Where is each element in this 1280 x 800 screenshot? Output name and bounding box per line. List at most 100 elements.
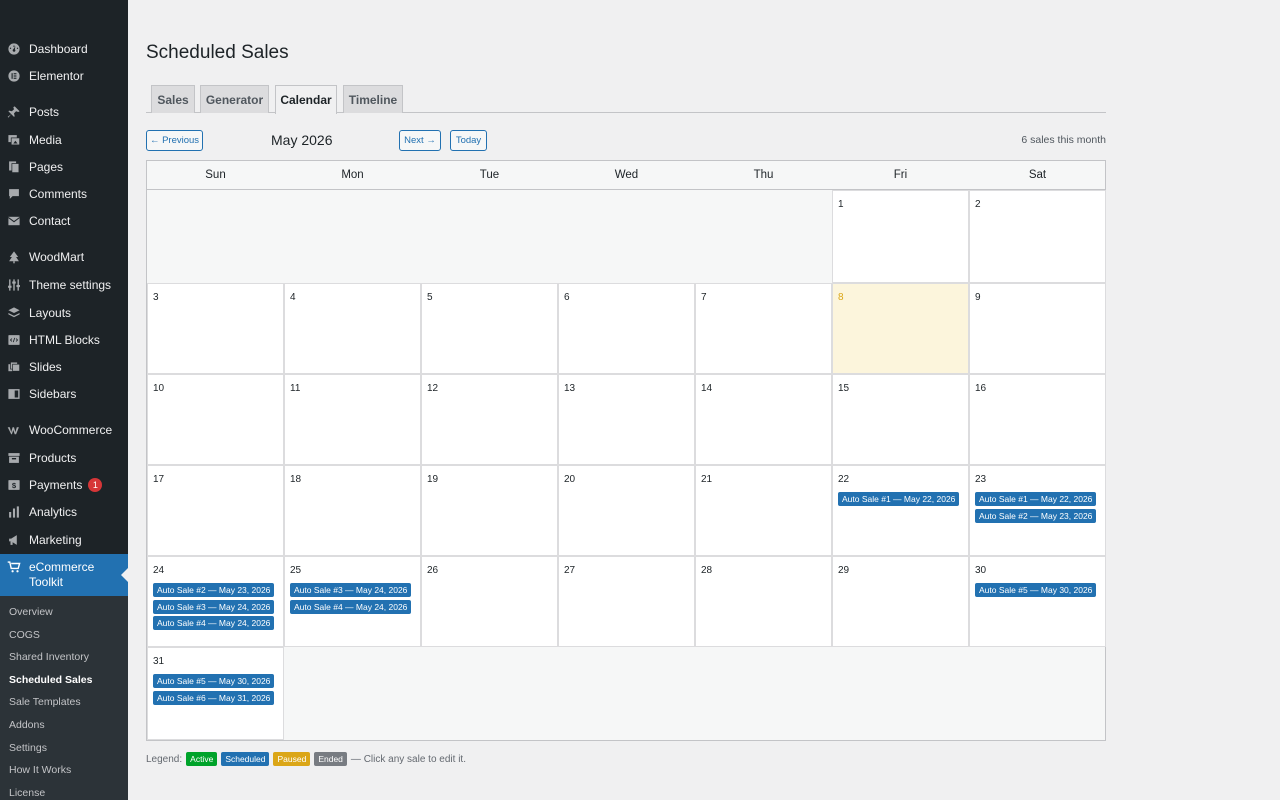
calendar-day[interactable]: 13 bbox=[558, 374, 695, 465]
payments-count-badge: 1 bbox=[88, 478, 103, 492]
sidebar-item-ecommerce-toolkit[interactable]: eCommerce Toolkit bbox=[0, 554, 128, 596]
submenu-item-license[interactable]: License bbox=[9, 783, 45, 800]
sidebar-item-slides[interactable]: Slides bbox=[0, 354, 128, 380]
sidebar-item-dashboard[interactable]: Dashboard bbox=[0, 36, 128, 62]
calendar-day[interactable]: 16 bbox=[969, 374, 1106, 465]
sidebar-item-pages[interactable]: Pages bbox=[0, 154, 128, 180]
day-number: 13 bbox=[564, 383, 576, 394]
legend-paused: Paused bbox=[273, 752, 311, 766]
calendar-day[interactable]: 4 bbox=[284, 283, 421, 374]
sidebar-item-label: Elementor bbox=[29, 69, 84, 83]
sale-event[interactable]: Auto Sale #4 — May 24, 2026 bbox=[290, 599, 412, 614]
sale-event[interactable]: Auto Sale #6 — May 31, 2026 bbox=[153, 690, 275, 705]
calendar-day[interactable]: 10 bbox=[147, 374, 284, 465]
calendar-day[interactable]: 1 bbox=[832, 190, 969, 283]
calendar-day[interactable]: 29 bbox=[832, 556, 969, 647]
calendar-day[interactable]: 2 bbox=[969, 190, 1106, 283]
sidebar-item-label: HTML Blocks bbox=[29, 333, 100, 347]
sliders-icon bbox=[7, 278, 21, 292]
sidebar-item-products[interactable]: Products bbox=[0, 445, 128, 471]
tab-calendar[interactable]: Calendar bbox=[275, 85, 337, 114]
calendar-day[interactable]: 9 bbox=[969, 283, 1106, 374]
submenu-item-shared-inventory[interactable]: Shared Inventory bbox=[9, 647, 89, 667]
day-number: 16 bbox=[975, 383, 987, 394]
sidebar-item-layouts[interactable]: Layouts bbox=[0, 300, 128, 326]
archive-icon bbox=[7, 451, 21, 465]
sidebar-item-sidebars[interactable]: Sidebars bbox=[0, 381, 128, 407]
tab-sales[interactable]: Sales bbox=[151, 85, 195, 113]
sale-event[interactable]: Auto Sale #2 — May 23, 2026 bbox=[153, 583, 275, 597]
previous-month-button[interactable]: ← Previous bbox=[146, 130, 203, 151]
calendar-day[interactable]: 28 bbox=[695, 556, 832, 647]
calendar-day[interactable]: 21 bbox=[695, 465, 832, 556]
today-button[interactable]: Today bbox=[450, 130, 487, 151]
sidebar-item-posts[interactable]: Posts bbox=[0, 99, 128, 125]
day-number: 6 bbox=[564, 292, 570, 303]
submenu-item-settings[interactable]: Settings bbox=[9, 738, 47, 758]
day-number: 8 bbox=[838, 292, 844, 303]
day-number: 4 bbox=[290, 292, 296, 303]
sidebar-item-analytics[interactable]: Analytics bbox=[0, 499, 128, 525]
next-month-button[interactable]: Next → bbox=[399, 130, 441, 151]
calendar-day[interactable]: 24 Auto Sale #2 — May 23, 2026 Auto Sale #… bbox=[147, 556, 284, 647]
calendar-day[interactable]: 7 bbox=[695, 283, 832, 374]
sale-event[interactable]: Auto Sale #1 — May 22, 2026 bbox=[838, 492, 960, 506]
sidebar-item-html-blocks[interactable]: HTML Blocks bbox=[0, 327, 128, 353]
calendar-day[interactable]: 23 Auto Sale #1 — May 22, 2026 Auto Sale #… bbox=[969, 465, 1106, 556]
sidebar-item-label: WoodMart bbox=[29, 250, 85, 264]
sale-event[interactable]: Auto Sale #1 — May 22, 2026 bbox=[975, 492, 1097, 506]
legend-note: — Click any sale to edit it. bbox=[350, 753, 466, 765]
submenu-item-cogs[interactable]: COGS bbox=[9, 625, 40, 645]
sidebar-item-theme-settings[interactable]: Theme settings bbox=[0, 272, 128, 298]
calendar-day[interactable]: 12 bbox=[421, 374, 558, 465]
submenu-item-sale-templates[interactable]: Sale Templates bbox=[9, 692, 81, 712]
calendar-day[interactable]: 27 bbox=[558, 556, 695, 647]
day-number: 21 bbox=[701, 474, 713, 485]
calendar-day[interactable]: 17 bbox=[147, 465, 284, 556]
weekday-header: Sat bbox=[969, 161, 1106, 190]
sale-event[interactable]: Auto Sale #3 — May 24, 2026 bbox=[153, 599, 275, 614]
sidebar-item-payments[interactable]: $ Payments 1 bbox=[0, 472, 128, 498]
sale-event[interactable]: Auto Sale #3 — May 24, 2026 bbox=[290, 583, 412, 597]
calendar-day[interactable]: 19 bbox=[421, 465, 558, 556]
legend-active: Active bbox=[186, 752, 218, 766]
calendar-day[interactable]: 25 Auto Sale #3 — May 24, 2026 Auto Sale #… bbox=[284, 556, 421, 647]
submenu-item-overview[interactable]: Overview bbox=[9, 602, 53, 622]
sidebar-item-marketing[interactable]: Marketing bbox=[0, 527, 128, 553]
sale-event[interactable]: Auto Sale #5 — May 30, 2026 bbox=[153, 674, 275, 688]
calendar-day[interactable]: 18 bbox=[284, 465, 421, 556]
calendar-day[interactable]: 15 bbox=[832, 374, 969, 465]
submenu-item-addons[interactable]: Addons bbox=[9, 715, 45, 735]
calendar-day[interactable]: 5 bbox=[421, 283, 558, 374]
sidebar-item-label: Contact bbox=[29, 214, 71, 228]
sidebar-item-woocommerce[interactable]: WooCommerce bbox=[0, 417, 128, 443]
calendar-day[interactable]: 20 bbox=[558, 465, 695, 556]
calendar-day[interactable]: 8 bbox=[832, 283, 969, 374]
tab-generator[interactable]: Generator bbox=[200, 85, 269, 113]
sidebar-item-elementor[interactable]: Elementor bbox=[0, 63, 128, 89]
calendar-day[interactable]: 31 Auto Sale #5 — May 30, 2026 Auto Sale #… bbox=[147, 647, 284, 740]
day-number: 26 bbox=[427, 565, 439, 576]
sidebar-item-contact[interactable]: Contact bbox=[0, 208, 128, 234]
sales-count: 6 sales this month bbox=[1021, 134, 1106, 146]
sidebar-item-media[interactable]: Media bbox=[0, 127, 128, 153]
submenu-item-how-it-works[interactable]: How It Works bbox=[9, 760, 71, 780]
sale-event[interactable]: Auto Sale #5 — May 30, 2026 bbox=[975, 583, 1097, 597]
sidebar-item-label: Theme settings bbox=[29, 278, 112, 292]
day-number: 29 bbox=[838, 565, 850, 576]
sidebar-item-label: Sidebars bbox=[29, 387, 77, 401]
sale-event[interactable]: Auto Sale #4 — May 24, 2026 bbox=[153, 616, 275, 630]
calendar-day[interactable]: 3 bbox=[147, 283, 284, 374]
calendar-day[interactable]: 14 bbox=[695, 374, 832, 465]
calendar-day[interactable]: 6 bbox=[558, 283, 695, 374]
day-number: 10 bbox=[153, 383, 165, 394]
sale-event[interactable]: Auto Sale #2 — May 23, 2026 bbox=[975, 508, 1097, 523]
calendar-day[interactable]: 11 bbox=[284, 374, 421, 465]
calendar-day[interactable]: 26 bbox=[421, 556, 558, 647]
tab-timeline[interactable]: Timeline bbox=[343, 85, 403, 113]
calendar-day[interactable]: 22 Auto Sale #1 — May 22, 2026 bbox=[832, 465, 969, 556]
calendar-day[interactable]: 30 Auto Sale #5 — May 30, 2026 bbox=[969, 556, 1106, 647]
sidebar-item-comments[interactable]: Comments bbox=[0, 181, 128, 207]
sidebar-item-woodmart[interactable]: WoodMart bbox=[0, 244, 128, 270]
submenu-item-scheduled-sales[interactable]: Scheduled Sales bbox=[9, 670, 92, 690]
